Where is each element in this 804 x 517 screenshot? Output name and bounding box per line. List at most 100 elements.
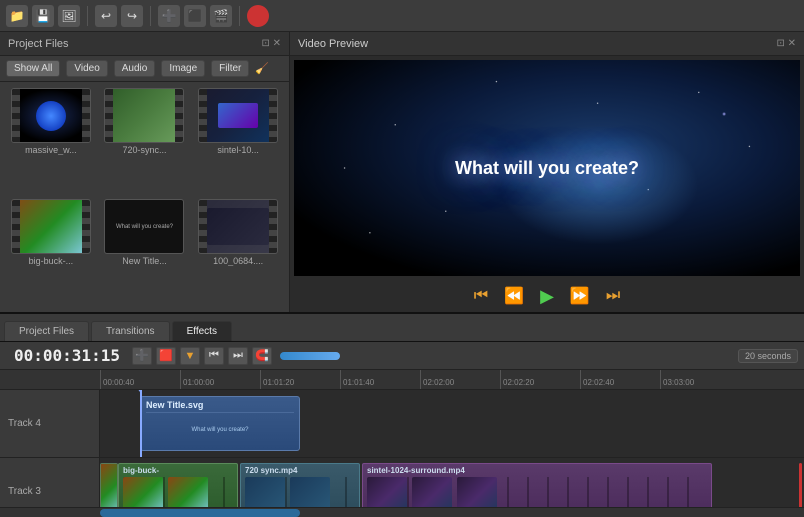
list-item[interactable]: big-buck-... [6,199,96,306]
clip-thumb [101,464,117,507]
add-icon[interactable]: ➕ [158,5,180,27]
forward-button[interactable]: ⏩ [566,284,594,308]
clip-bigbuck-label: big-buck- [123,466,233,475]
timeline-ruler: 00:00:40 01:00:00 01:01:20 01:01:40 02:0… [0,370,804,390]
list-item[interactable]: massive_w... [6,88,96,195]
clip-sintel[interactable]: sintel-1024-surround.mp4 [362,463,712,507]
list-item[interactable]: What will you create? New Title... [100,199,190,306]
snap-button[interactable]: 🧲 [252,347,272,365]
clip-new-title[interactable]: New Title.svg What will you create? [140,396,300,451]
image-icon[interactable]: 🖼 [58,5,80,27]
list-item[interactable]: sintel-10... [193,88,283,195]
panel-controls: ⊡ ✕ [261,38,281,49]
playhead [140,390,142,457]
audio-filter-button[interactable]: Audio [114,60,156,77]
open-icon[interactable]: 📁 [6,5,28,27]
track-3-header: Track 3 [0,458,100,507]
right-panel: Video Preview ⊡ ✕ What will you create? … [290,32,804,312]
filter-bar: Show All Video Audio Image Filter 🧹 [0,56,289,82]
fullscreen-icon[interactable]: ⬛ [184,5,206,27]
end-button[interactable]: ⏭ [602,285,624,307]
timeline-section: Project Files Transitions Effects 00:00:… [0,312,804,517]
ruler-mark: 00:00:40 [100,370,180,389]
clip-thumb [290,477,330,507]
thumbnail-label: 720-sync... [122,145,166,155]
preview-controls-icon: ⊡ ✕ [776,38,796,49]
ruler-mark: 02:02:20 [500,370,580,389]
track-4-content[interactable]: New Title.svg What will you create? [100,390,804,457]
left-panel: Project Files ⊡ ✕ Show All Video Audio I… [0,32,290,312]
clip-title-preview: What will you create? [146,412,294,447]
ruler-mark: 02:02:00 [420,370,500,389]
redo-icon[interactable]: ↪ [121,5,143,27]
preview-title: Video Preview [298,38,368,50]
playhead-triangle [134,390,146,392]
toolbar-separator-2 [150,6,151,26]
prev-marker-button[interactable]: ⏮ [204,347,224,365]
zoom-label: 20 seconds [738,349,798,363]
clip-sync-label: 720 sync.mp4 [245,466,355,475]
tracks-container: Track 4 New Title.svg What will you crea… [0,390,804,507]
thumbnail-label: New Title... [122,256,167,266]
track-row: Track 4 New Title.svg What will you crea… [0,390,804,458]
thumbnail-image [11,199,91,254]
thumbnail-image: What will you create? [104,199,184,254]
clip-small[interactable] [100,463,118,507]
save-icon[interactable]: 💾 [32,5,54,27]
thumbnail-image [198,88,278,143]
filter-button[interactable]: Filter [211,60,249,77]
back-button[interactable]: ⏪ [500,284,528,308]
tab-effects[interactable]: Effects [172,321,232,341]
thumbnail-label: massive_w... [25,145,77,155]
toolbar-separator-3 [239,6,240,26]
tab-project-files[interactable]: Project Files [4,321,89,341]
next-marker-button[interactable]: ⏭ [228,347,248,365]
track-end-marker [799,463,802,507]
main-toolbar: 📁 💾 🖼 ↩ ↪ ➕ ⬛ 🎬 [0,0,804,32]
track-row: Track 3 big-buck- 720 sync.mp4 [0,458,804,507]
timecode-display: 00:00:31:15 [6,346,128,365]
remove-track-button[interactable]: 🟥 [156,347,176,365]
timeline-scrollbar[interactable] [0,507,804,517]
toolbar-separator-1 [87,6,88,26]
list-item[interactable]: 720-sync... [100,88,190,195]
scrollbar-thumb[interactable] [100,509,300,517]
video-filter-button[interactable]: Video [66,60,107,77]
clip-thumb [245,477,285,507]
undo-icon[interactable]: ↩ [95,5,117,27]
play-button[interactable]: ▶ [536,284,558,309]
preview-header: Video Preview ⊡ ✕ [290,32,804,56]
track-3-content[interactable]: big-buck- 720 sync.mp4 sintel-1024-surro… [100,458,804,507]
tab-transitions[interactable]: Transitions [91,321,170,341]
filter-clear-icon[interactable]: 🧹 [255,62,269,75]
thumbnail-image [11,88,91,143]
zoom-slider[interactable] [280,352,340,360]
clip-thumb [412,477,452,507]
filter-track-button[interactable]: ▼ [180,347,200,365]
ruler-mark: 01:01:40 [340,370,420,389]
clip-sync[interactable]: 720 sync.mp4 [240,463,360,507]
timeline-tabs: Project Files Transitions Effects [0,314,804,342]
preview-overlay-text: What will you create? [455,158,639,179]
record-icon[interactable] [247,5,269,27]
thumbnails-grid: massive_w... 720-sync... si [0,82,289,312]
video-preview-area[interactable]: What will you create? [294,60,800,276]
export-icon[interactable]: 🎬 [210,5,232,27]
add-track-button[interactable]: ➕ [132,347,152,365]
timeline-toolbar-left: 00:00:31:15 ➕ 🟥 ▼ ⏮ ⏭ 🧲 [6,346,340,365]
title-preview-text: What will you create? [114,222,175,232]
rewind-button[interactable]: ⏮ [470,285,492,307]
list-item[interactable]: 100_0684.... [193,199,283,306]
track-4-header: Track 4 [0,390,100,457]
clip-thumb [367,477,407,507]
thumbnail-label: sintel-10... [217,145,259,155]
show-all-button[interactable]: Show All [6,60,60,77]
clip-bigbuck[interactable]: big-buck- [118,463,238,507]
thumbnail-label: big-buck-... [29,256,74,266]
ruler-mark: 03:03:00 [660,370,740,389]
project-files-header: Project Files ⊡ ✕ [0,32,289,56]
clip-filmstrip [367,477,707,507]
thumbnail-image [104,88,184,143]
image-filter-button[interactable]: Image [161,60,205,77]
preview-controls: ⏮ ⏪ ▶ ⏩ ⏭ [290,280,804,312]
